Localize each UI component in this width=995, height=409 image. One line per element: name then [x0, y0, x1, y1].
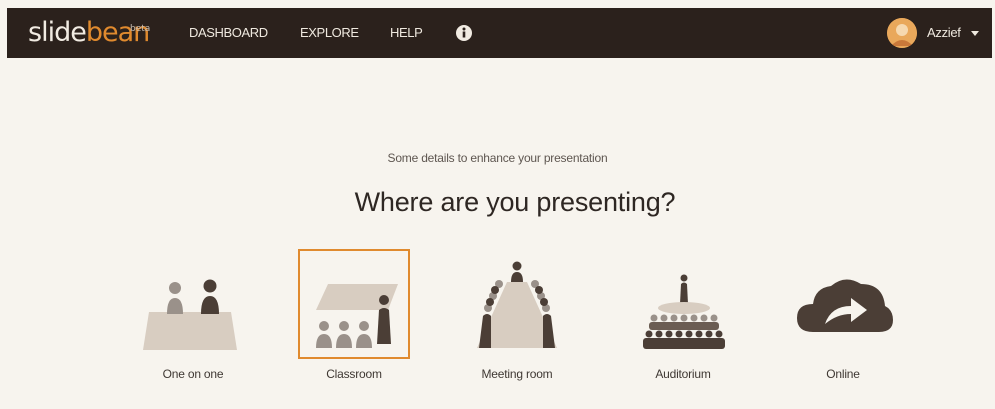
one-on-one-icon: [143, 279, 237, 350]
page-subtitle: Some details to enhance your presentatio…: [387, 151, 608, 165]
cloud-share-icon: [797, 279, 893, 332]
caret-down-icon: [971, 31, 979, 36]
slidebean-logo[interactable]: slidebean beta: [28, 17, 150, 49]
user-name: Azzief: [927, 25, 961, 40]
nav-help[interactable]: HELP: [390, 24, 423, 42]
info-icon[interactable]: [455, 24, 473, 42]
classroom-icon: [316, 284, 398, 348]
option-auditorium[interactable]: Auditorium: [627, 248, 739, 388]
beta-badge: beta: [130, 24, 151, 34]
option-online[interactable]: Online: [787, 248, 899, 388]
auditorium-icon: [643, 274, 725, 349]
nav-explore[interactable]: EXPLORE: [300, 24, 359, 42]
avatar: [887, 18, 917, 48]
meeting-room-icon: [477, 261, 557, 348]
logo-text: slide: [28, 17, 87, 48]
option-classroom[interactable]: Classroom: [298, 248, 410, 388]
user-menu[interactable]: Azzief: [887, 18, 987, 48]
option-one-on-one[interactable]: One on one: [137, 248, 249, 388]
option-label: One on one: [162, 367, 224, 381]
user-avatar-icon: [887, 18, 917, 48]
page-title: Where are you presenting?: [354, 187, 676, 217]
option-meeting-room[interactable]: Meeting room: [461, 248, 573, 388]
page: slidebean beta DASHBOARD EXPLORE HELP Az…: [0, 0, 995, 409]
nav-dashboard[interactable]: DASHBOARD: [189, 24, 268, 42]
option-label: Classroom: [326, 367, 382, 381]
option-label: Meeting room: [481, 367, 553, 381]
top-navbar: slidebean beta DASHBOARD EXPLORE HELP Az…: [7, 8, 992, 58]
option-label: Online: [826, 367, 860, 381]
option-label: Auditorium: [655, 367, 711, 381]
